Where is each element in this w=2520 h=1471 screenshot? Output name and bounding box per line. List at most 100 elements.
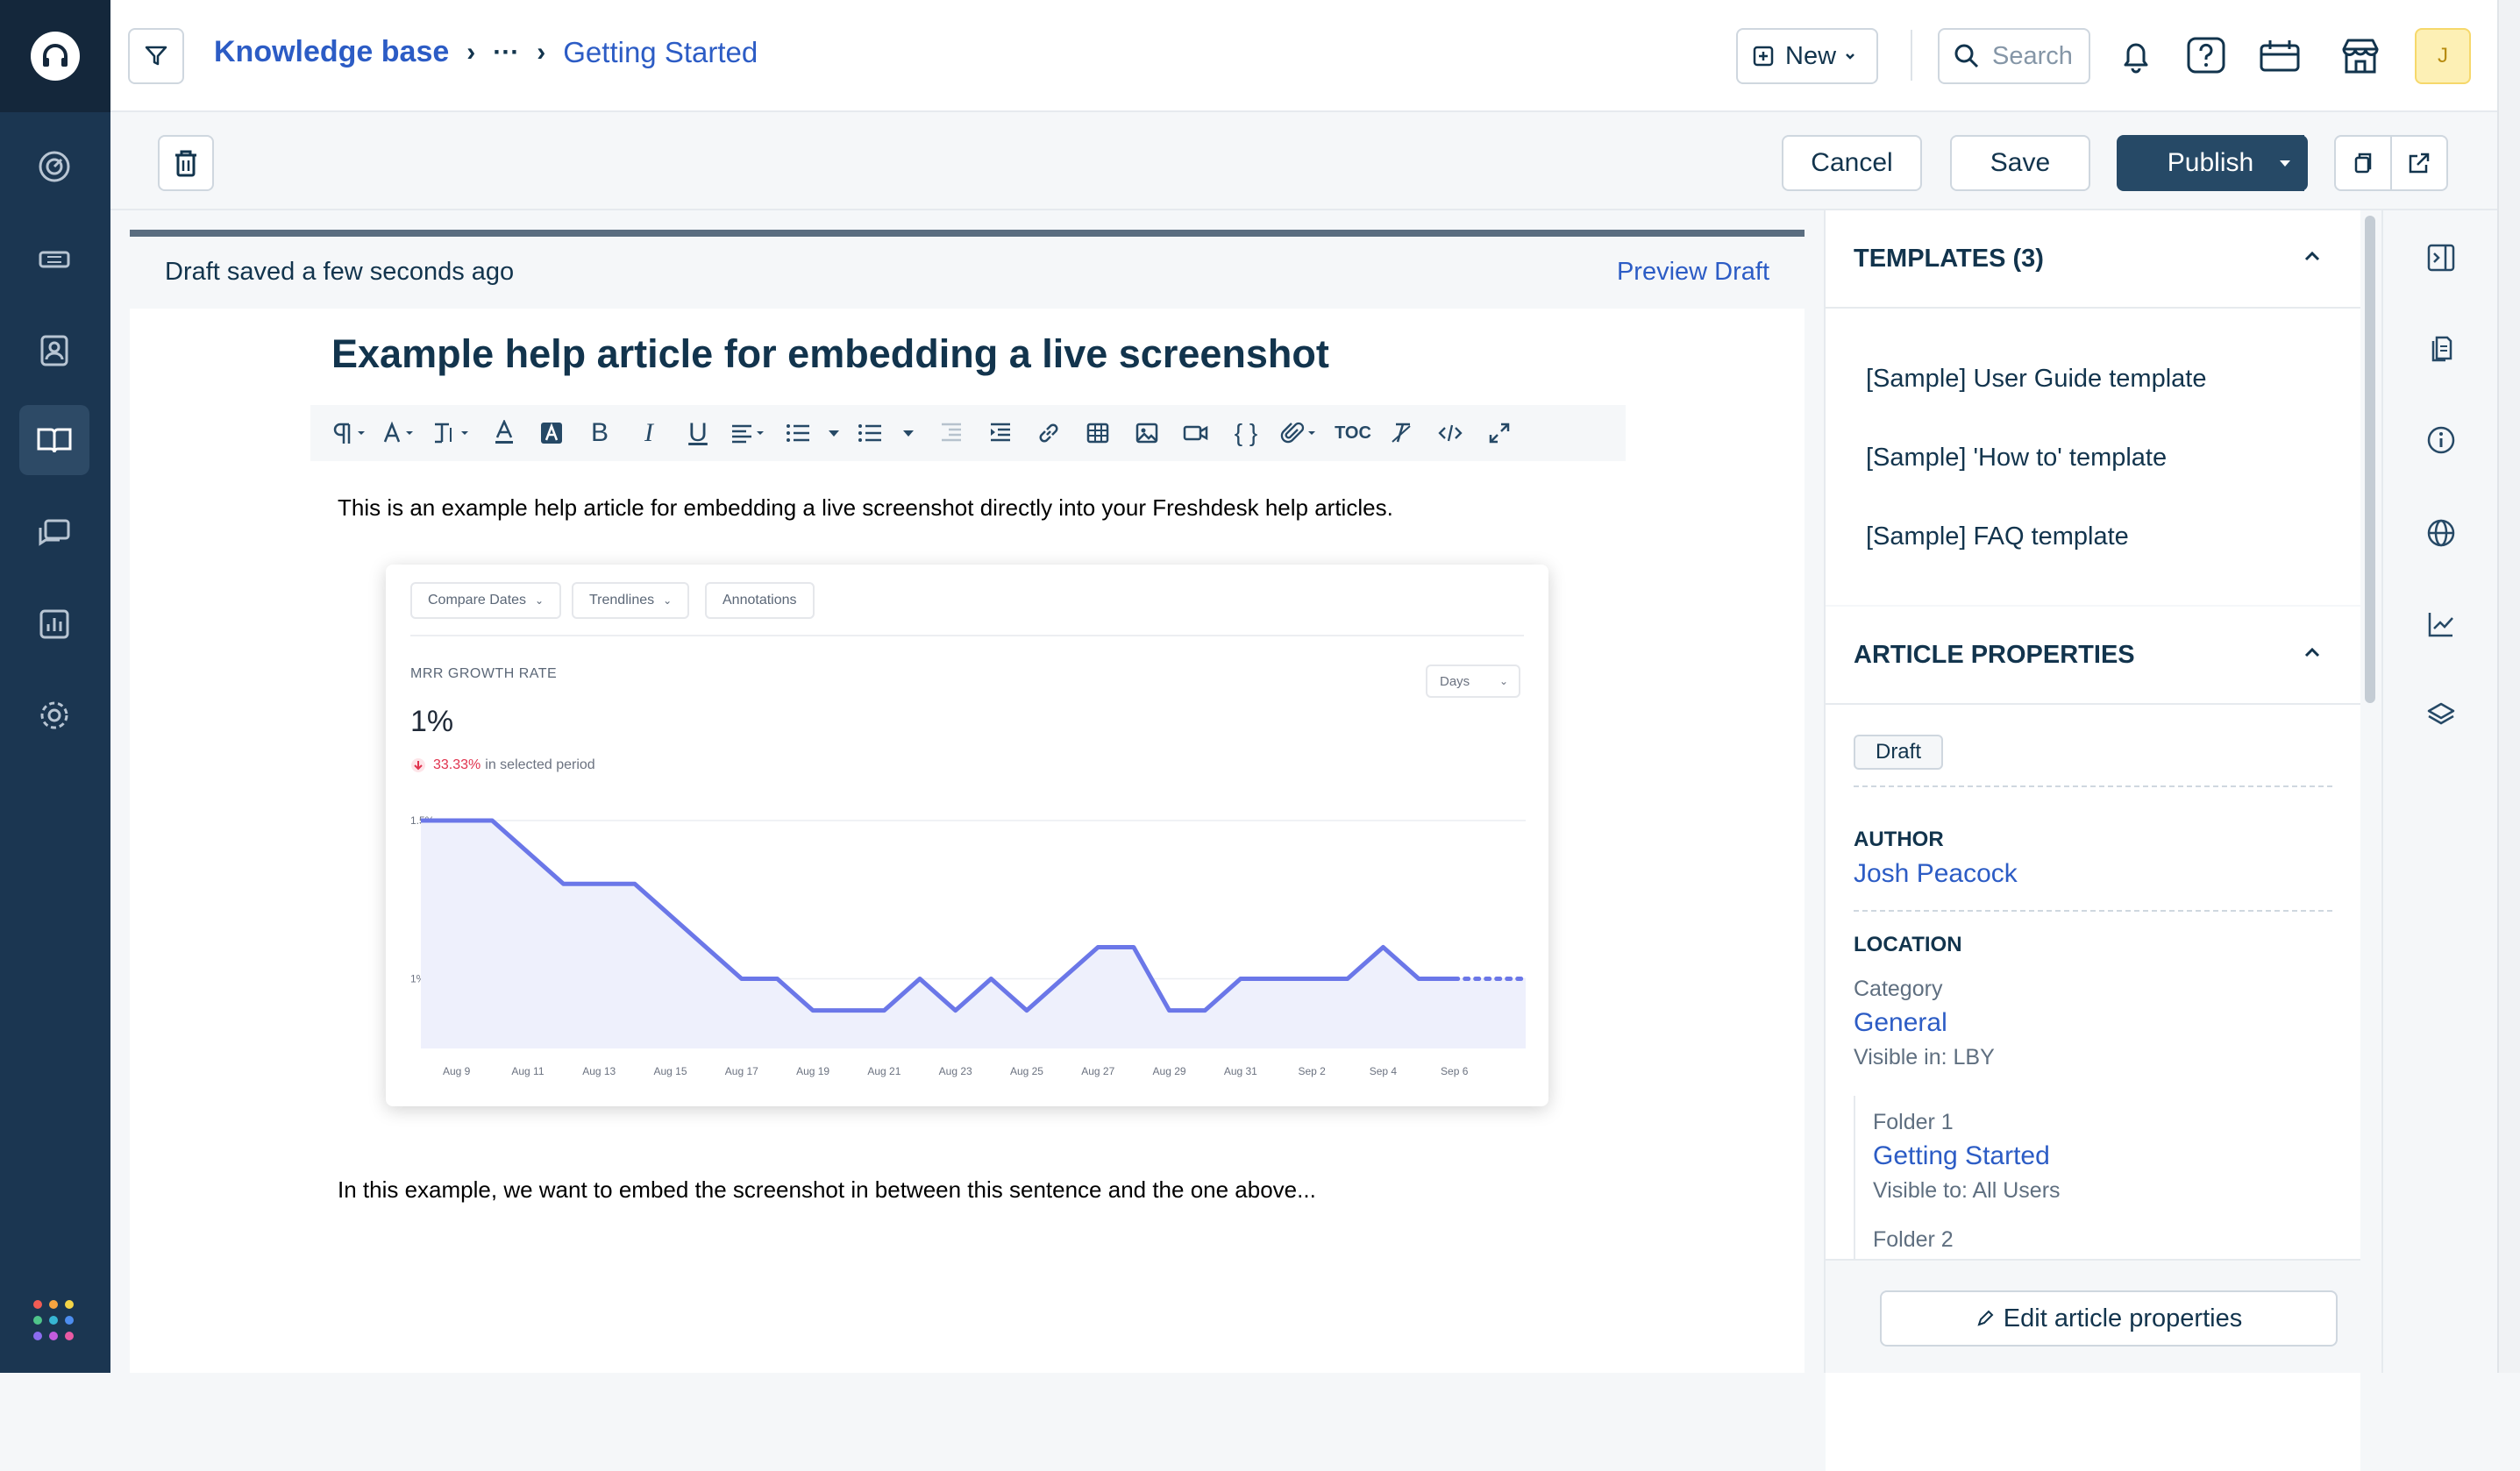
italic-icon[interactable]: I <box>624 405 673 461</box>
reports-icon[interactable] <box>19 589 89 659</box>
layers-icon[interactable] <box>2422 696 2460 735</box>
chevron-up-icon <box>2304 251 2320 261</box>
tickets-icon[interactable] <box>19 224 89 295</box>
globe-icon[interactable] <box>2422 514 2460 552</box>
save-button[interactable]: Save <box>1950 135 2090 191</box>
conversations-icon[interactable] <box>19 498 89 568</box>
author-name-link[interactable]: Josh Peacock <box>1854 859 2018 889</box>
edit-article-properties-button[interactable]: Edit article properties <box>1880 1290 2338 1347</box>
templates-heading: TEMPLATES (3) <box>1854 244 2044 273</box>
category-link[interactable]: General <box>1854 1008 1947 1038</box>
search-icon <box>1954 44 1979 68</box>
rich-text-toolbar: B I U { } TOC <box>310 405 1626 461</box>
outdent-icon[interactable] <box>926 405 975 461</box>
paragraph-format-icon[interactable] <box>323 405 377 461</box>
search-placeholder: Search <box>1992 41 2073 70</box>
templates-header[interactable]: TEMPLATES (3) <box>1826 210 2360 309</box>
app-switcher-icon[interactable] <box>33 1300 74 1340</box>
background-color-icon[interactable] <box>528 405 575 461</box>
copy-link-button[interactable] <box>2334 135 2392 191</box>
folder-1-link[interactable]: Getting Started <box>1873 1141 2050 1171</box>
align-icon[interactable] <box>723 405 777 461</box>
chevron-right-icon: › <box>537 37 546 67</box>
ordered-list-dropdown-icon[interactable] <box>819 405 849 461</box>
marketplace-store-icon[interactable] <box>2332 28 2388 84</box>
notifications-bell-icon[interactable] <box>2108 28 2164 84</box>
chevron-up-icon <box>2304 647 2320 657</box>
series-area <box>421 821 1526 1048</box>
link-icon[interactable] <box>1024 405 1073 461</box>
caret-down-icon <box>2280 160 2290 167</box>
dashboard-icon[interactable] <box>19 131 89 202</box>
ordered-list-icon[interactable] <box>777 405 819 461</box>
breadcrumb-ellipsis[interactable]: ··· <box>493 38 519 68</box>
top-header: Knowledge base › ··· › Getting Started N… <box>110 0 2497 112</box>
article-properties-header[interactable]: ARTICLE PROPERTIES <box>1826 607 2360 705</box>
article-sidebar: TEMPLATES (3) [Sample] User Guide templa… <box>1824 210 2360 1471</box>
contacts-icon[interactable] <box>19 316 89 386</box>
x-tick-label: Aug 23 <box>939 1065 972 1077</box>
app-root: Knowledge base › ··· › Getting Started N… <box>0 0 2520 1471</box>
brand-logo[interactable] <box>0 0 110 112</box>
publish-options-button[interactable] <box>2262 135 2308 191</box>
settings-gear-icon[interactable] <box>19 680 89 750</box>
knowledge-base-icon[interactable] <box>19 405 89 475</box>
search-input[interactable]: Search <box>1938 28 2090 84</box>
x-tick-label: Aug 27 <box>1081 1065 1114 1077</box>
attachment-icon[interactable] <box>1271 405 1329 461</box>
breadcrumb-knowledge-base[interactable]: Knowledge base <box>214 35 449 69</box>
sidebar-scrollbar[interactable] <box>2365 216 2375 703</box>
fullscreen-icon[interactable] <box>1475 405 1524 461</box>
text-color-icon[interactable] <box>481 405 528 461</box>
embedded-live-screenshot[interactable]: Compare Dates ⌄ Trendlines ⌄ Annotations M… <box>386 565 1548 1106</box>
category-label: Category <box>1854 977 1943 1001</box>
cancel-button[interactable]: Cancel <box>1782 135 1922 191</box>
new-button[interactable]: New <box>1736 28 1878 84</box>
html-code-view-icon[interactable] <box>1426 405 1475 461</box>
template-item[interactable]: [Sample] FAQ template <box>1866 522 2129 551</box>
article-title[interactable]: Example help article for embedding a liv… <box>331 331 1329 377</box>
x-tick-label: Aug 25 <box>1010 1065 1043 1077</box>
clear-format-icon[interactable] <box>1377 405 1426 461</box>
article-paragraph-2[interactable]: In this example, we want to embed the sc… <box>338 1176 1316 1204</box>
divider <box>1854 785 2332 787</box>
document-icon[interactable] <box>2422 330 2460 368</box>
help-icon[interactable] <box>2178 28 2234 84</box>
calendar-apps-icon[interactable] <box>2252 28 2308 84</box>
page-scrollbar[interactable] <box>2497 0 2520 1373</box>
toc-icon[interactable]: TOC <box>1329 405 1377 461</box>
breadcrumb-getting-started[interactable]: Getting Started <box>563 36 758 69</box>
unordered-list-dropdown-icon[interactable] <box>891 405 926 461</box>
x-tick-label: Aug 13 <box>582 1065 616 1077</box>
x-tick-label: Aug 31 <box>1224 1065 1257 1077</box>
line-height-icon[interactable] <box>426 405 481 461</box>
preview-draft-link[interactable]: Preview Draft <box>1617 258 1769 287</box>
breadcrumb: Knowledge base › ··· › Getting Started <box>214 35 758 69</box>
author-label: AUTHOR <box>1854 828 1944 851</box>
x-tick-label: Sep 2 <box>1298 1065 1326 1077</box>
code-block-icon[interactable]: { } <box>1221 405 1271 461</box>
table-icon[interactable] <box>1073 405 1122 461</box>
bold-icon[interactable]: B <box>575 405 624 461</box>
edit-article-properties-label: Edit article properties <box>2003 1304 2243 1332</box>
plus-square-icon <box>1753 46 1774 67</box>
image-icon[interactable] <box>1122 405 1171 461</box>
open-external-button[interactable] <box>2390 135 2448 191</box>
template-item[interactable]: [Sample] 'How to' template <box>1866 444 2167 473</box>
analytics-trend-icon[interactable] <box>2422 605 2460 643</box>
video-icon[interactable] <box>1171 405 1221 461</box>
unordered-list-icon[interactable] <box>849 405 891 461</box>
underline-icon[interactable]: U <box>673 405 723 461</box>
template-item[interactable]: [Sample] User Guide template <box>1866 365 2206 394</box>
font-icon[interactable] <box>377 405 426 461</box>
new-button-label: New <box>1785 41 1837 70</box>
delete-article-button[interactable] <box>158 135 214 191</box>
info-icon[interactable] <box>2422 421 2460 459</box>
folder-1-label: Folder 1 <box>1873 1110 1954 1134</box>
user-avatar[interactable]: J <box>2415 28 2471 84</box>
article-paragraph-1[interactable]: This is an example help article for embe… <box>338 494 1393 522</box>
copy-icon <box>2354 153 2372 174</box>
collapse-panel-icon[interactable] <box>2422 238 2460 277</box>
indent-icon[interactable] <box>975 405 1024 461</box>
tree-view-toggle-button[interactable] <box>128 28 184 84</box>
